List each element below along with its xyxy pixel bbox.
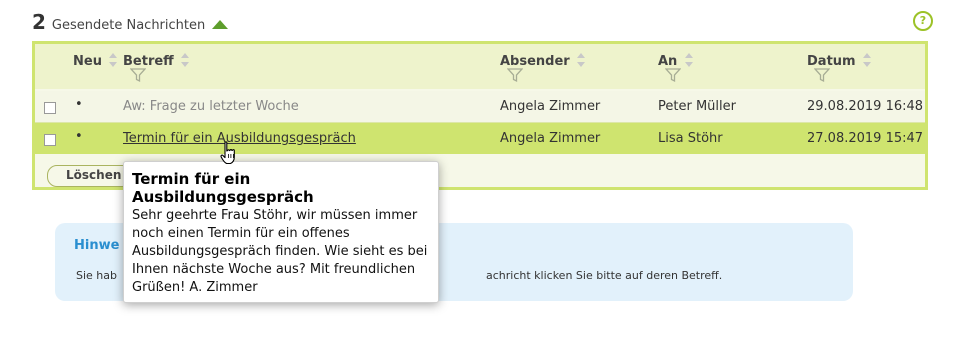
help-icon[interactable]: ? <box>913 11 933 31</box>
date-cell: 27.08.2019 15:47 <box>807 131 924 146</box>
hint-title: Hinwe <box>74 238 120 253</box>
sort-icon[interactable] <box>576 52 586 68</box>
page-header: 2 Gesendete Nachrichten <box>32 10 229 34</box>
column-header-new[interactable]: Neu <box>73 52 118 69</box>
hint-text-right: achricht klicken Sie bitte auf deren Bet… <box>486 269 723 282</box>
recipient-cell: Lisa Stöhr <box>658 131 723 146</box>
recipient-cell: Peter Müller <box>658 99 736 114</box>
unread-dot: • <box>75 97 83 112</box>
sort-icon[interactable] <box>862 52 872 68</box>
table-header: Neu Betreff Absender An Datum <box>35 44 925 89</box>
table-row[interactable]: • Termin für ein Ausbildungsgespräch Ang… <box>35 123 925 154</box>
filter-icon[interactable] <box>130 67 146 83</box>
sort-icon[interactable] <box>108 52 118 68</box>
hand-cursor-icon <box>220 141 235 165</box>
row-checkbox[interactable] <box>44 134 56 146</box>
message-count: 2 <box>32 10 46 34</box>
unread-dot: • <box>75 129 83 144</box>
subject-link[interactable]: Termin für ein Ausbildungsgespräch <box>123 131 356 146</box>
sort-icon[interactable] <box>180 52 190 68</box>
subject-cell[interactable]: Aw: Frage zu letzter Woche <box>123 99 299 114</box>
message-preview-tooltip: Termin für ein Ausbildungsgespräch Sehr … <box>123 161 439 303</box>
row-checkbox[interactable] <box>44 102 56 114</box>
delete-button[interactable]: Löschen <box>47 165 133 187</box>
tooltip-title: Termin für ein Ausbildungsgespräch <box>132 170 314 206</box>
sender-cell: Angela Zimmer <box>500 131 601 146</box>
table-row[interactable]: • Aw: Frage zu letzter Woche Angela Zimm… <box>35 91 925 123</box>
date-cell: 29.08.2019 16:48 <box>807 99 924 114</box>
cloud-up-icon[interactable] <box>211 18 229 30</box>
filter-icon[interactable] <box>665 67 681 83</box>
page-title: Gesendete Nachrichten <box>51 18 206 33</box>
hint-text-left: Sie hab <box>76 269 117 282</box>
sort-icon[interactable] <box>684 52 694 68</box>
sender-cell: Angela Zimmer <box>500 99 601 114</box>
tooltip-body: Sehr geehrte Frau Stöhr, wir müssen imme… <box>132 208 428 295</box>
filter-icon[interactable] <box>507 67 523 83</box>
filter-icon[interactable] <box>814 67 830 83</box>
